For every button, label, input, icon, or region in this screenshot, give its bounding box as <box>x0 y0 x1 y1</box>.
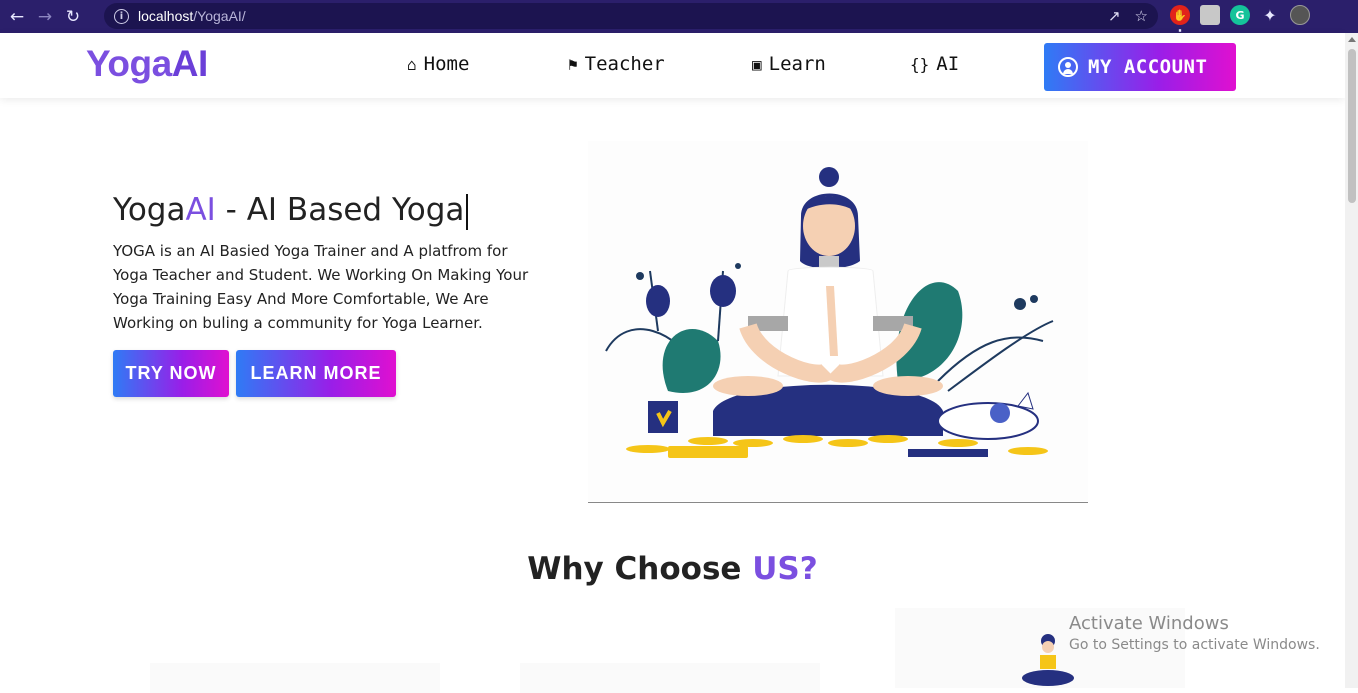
nav-home[interactable]: ⌂ Home <box>407 53 469 75</box>
portrait-icon: ▣ <box>752 54 762 74</box>
hero-description: YOGA is an AI Basied Yoga Trainer and A … <box>113 242 529 332</box>
scrollbar-thumb[interactable] <box>1348 49 1356 203</box>
nav-teacher[interactable]: ⚑ Teacher <box>568 53 665 75</box>
nav-ai[interactable]: {} AI <box>910 53 959 75</box>
braces-icon: {} <box>910 54 930 74</box>
grammarly-extension-icon[interactable]: G <box>1230 5 1250 25</box>
try-now-button[interactable]: TRY NOW <box>113 350 229 397</box>
site-logo[interactable]: YogaAI <box>86 43 208 85</box>
extension-icon[interactable] <box>1200 5 1220 25</box>
share-icon[interactable]: ↗ <box>1108 7 1121 25</box>
site-info-icon[interactable]: i <box>114 8 129 24</box>
yoga-illustration <box>588 141 1088 501</box>
forward-arrow-icon[interactable]: → <box>34 6 56 28</box>
hero-title: YogaAI - AI Based Yoga <box>113 192 469 230</box>
reload-icon[interactable]: ↻ <box>62 6 84 28</box>
my-account-button[interactable]: MY ACCOUNT <box>1044 43 1236 91</box>
vertical-scrollbar[interactable] <box>1345 33 1358 688</box>
back-arrow-icon[interactable]: ← <box>6 6 28 28</box>
scroll-up-arrow-icon[interactable] <box>1348 37 1356 42</box>
site-header: YogaAI ⌂ Home ⚑ Teacher ▣ Learn {} AI MY… <box>0 33 1345 98</box>
puzzle-icon[interactable]: ✦ <box>1260 5 1280 25</box>
learn-more-button[interactable]: LEARN MORE <box>236 350 396 397</box>
star-icon[interactable]: ☆ <box>1135 7 1148 25</box>
address-url[interactable]: localhost/YogaAI/ <box>138 8 246 24</box>
feature-card <box>520 663 820 693</box>
home-icon: ⌂ <box>407 54 417 74</box>
why-choose-heading: Why Choose US? <box>527 551 818 587</box>
browser-toolbar: ← → ↻ i localhost/YogaAI/ ↗ ☆ ✋ G ✦ ⋮ <box>0 0 1358 45</box>
divider <box>588 502 1088 503</box>
nav-learn[interactable]: ▣ Learn <box>752 53 826 75</box>
profile-avatar[interactable] <box>1290 5 1310 25</box>
page: YogaAI ⌂ Home ⚑ Teacher ▣ Learn {} AI MY… <box>0 33 1345 693</box>
windows-activation-watermark: Activate Windows Go to Settings to activ… <box>1069 613 1320 653</box>
feature-card <box>150 663 440 693</box>
adblock-extension-icon[interactable]: ✋ <box>1170 5 1190 25</box>
user-circle-icon <box>1058 57 1078 77</box>
address-bar[interactable]: i localhost/YogaAI/ ↗ ☆ <box>104 3 1158 29</box>
bookmark-icon: ⚑ <box>568 54 578 74</box>
text-caret <box>466 193 469 230</box>
